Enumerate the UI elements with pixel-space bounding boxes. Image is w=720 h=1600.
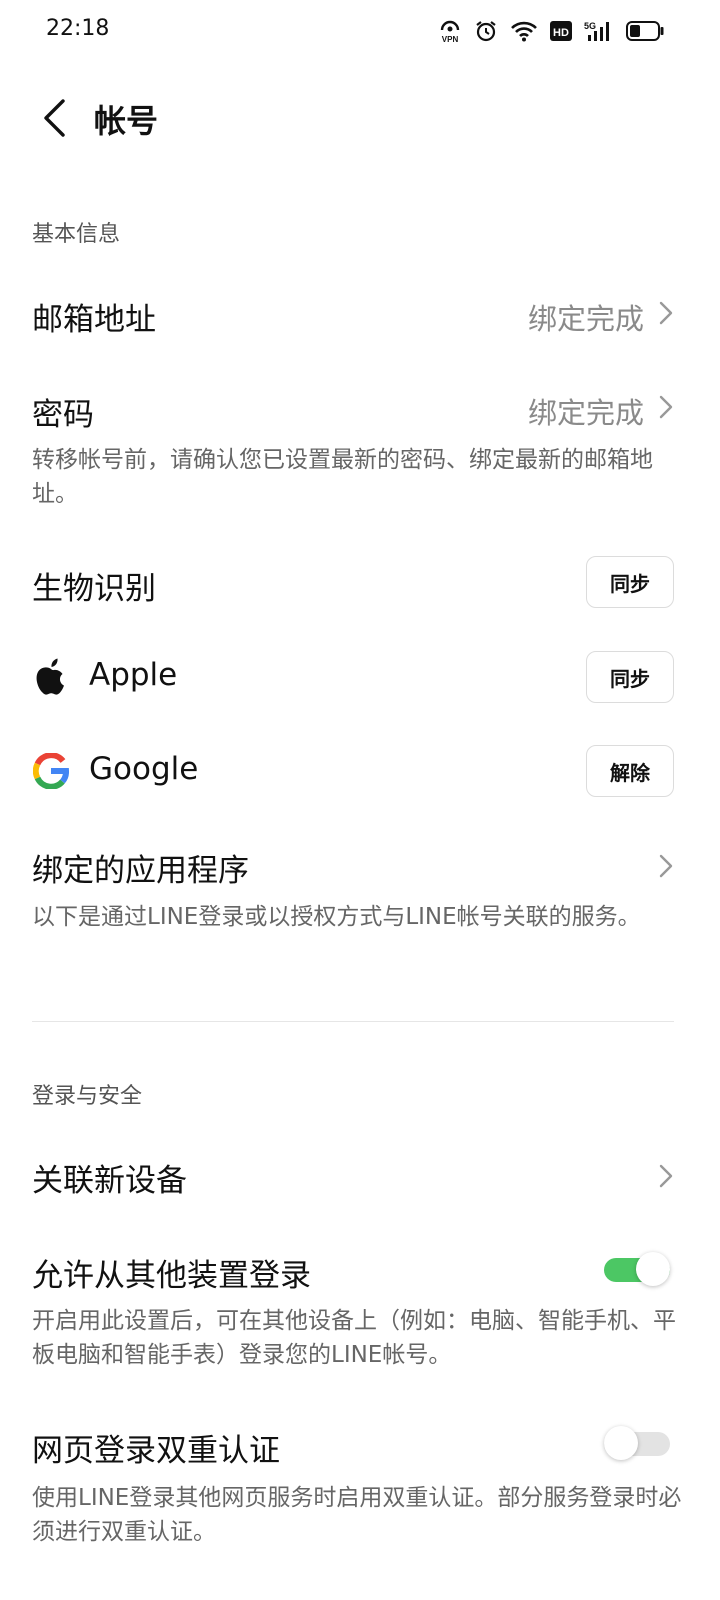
link-device-label: 关联新设备 [32, 1163, 187, 1199]
section-header-login-security: 登录与安全 [32, 1084, 143, 1109]
web-2fa-label: 网页登录双重认证 [32, 1433, 280, 1469]
chevron-right-icon [656, 390, 676, 424]
allow-other-login-toggle[interactable] [604, 1252, 670, 1286]
linked-apps-desc: 以下是通过LINE登录或以授权方式与LINE帐号关联的服务。 [32, 904, 641, 930]
toggle-knob [604, 1426, 638, 1460]
google-unlink-button[interactable]: 解除 [586, 745, 674, 797]
password-label: 密码 [32, 397, 94, 433]
apple-label: Apple [89, 657, 178, 693]
alarm-icon [474, 19, 498, 43]
google-icon [32, 751, 70, 791]
vpn-label: VPN [442, 35, 459, 44]
apple-icon [32, 657, 70, 697]
hd-icon: HD [550, 21, 572, 41]
password-status: 绑定完成 [527, 396, 644, 430]
email-label: 邮箱地址 [32, 302, 156, 338]
hd-label: HD [553, 27, 569, 39]
toggle-knob [636, 1252, 670, 1286]
back-button[interactable] [32, 92, 76, 144]
apple-sync-button[interactable]: 同步 [586, 651, 674, 703]
allow-other-login-label: 允许从其他装置登录 [32, 1258, 311, 1294]
page-title: 帐号 [94, 102, 159, 140]
status-time: 22:18 [46, 16, 110, 41]
email-status: 绑定完成 [527, 302, 644, 336]
password-note: 转移帐号前，请确认您已设置最新的密码、绑定最新的邮箱地址。 [32, 447, 653, 507]
wifi-icon [510, 20, 538, 42]
chevron-right-icon [656, 296, 676, 330]
allow-other-login-desc: 开启用此设置后，可在其他设备上（例如：电脑、智能手机、平板电脑和智能手表）登录您… [32, 1308, 676, 1368]
google-label: Google [89, 751, 199, 787]
chevron-left-icon [44, 99, 65, 137]
linked-apps-label: 绑定的应用程序 [32, 853, 249, 889]
network-label: 5G [584, 21, 596, 31]
biometric-sync-button[interactable]: 同步 [586, 556, 674, 608]
battery-icon [626, 21, 664, 41]
vpn-icon: VPN [438, 18, 462, 44]
web-2fa-toggle[interactable] [604, 1426, 670, 1460]
chevron-right-icon [656, 1159, 676, 1193]
section-header-basic-info: 基本信息 [32, 222, 121, 247]
section-divider [32, 1021, 674, 1022]
5g-signal-icon: 5G [584, 19, 614, 43]
status-icons: VPN HD 5G [438, 14, 664, 48]
biometric-label: 生物识别 [32, 571, 156, 607]
chevron-right-icon [656, 849, 676, 883]
web-2fa-desc: 使用LINE登录其他网页服务时启用双重认证。部分服务登录时必须进行双重认证。 [32, 1485, 682, 1545]
